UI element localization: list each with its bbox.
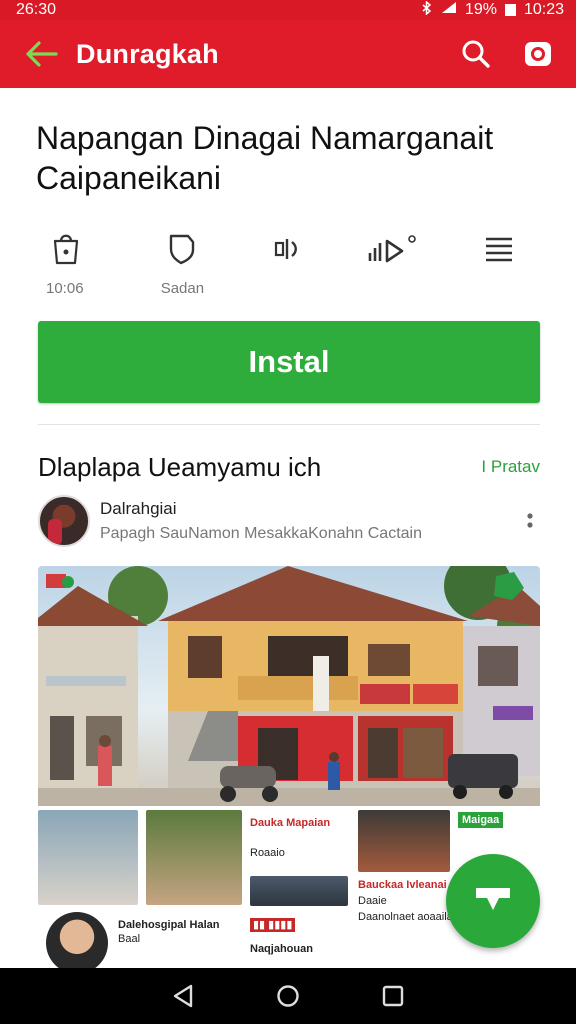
- stat-item: [341, 228, 447, 298]
- stat-item: [446, 228, 552, 298]
- signal-icon: [441, 1, 457, 19]
- recents-nav-icon[interactable]: [373, 976, 413, 1016]
- tile-image: [38, 810, 138, 905]
- status-icons: 19% 10:23: [421, 0, 564, 20]
- bag-icon: [52, 228, 80, 270]
- tile-title: Dalehosgipal Halan: [118, 919, 220, 931]
- volume-icon: [273, 228, 303, 270]
- tile-image: [146, 810, 242, 905]
- author-meta: Dalrahgiai Papagh SauNamon MesakkaKonahn…: [100, 499, 520, 543]
- tile-title: Naqjahouan: [250, 943, 313, 955]
- system-nav-bar: [0, 968, 576, 1024]
- author-subtitle: Papagh SauNamon MesakkaKonahn Cactain: [100, 525, 422, 542]
- app-title: Napangan Dinagai Namarganait Caipaneikan…: [36, 120, 494, 196]
- message-icon: [473, 884, 513, 919]
- stat-item: 10:06: [24, 228, 130, 298]
- author-name: Dalrahgiai: [100, 499, 177, 518]
- tile-subtitle: Roaaio: [250, 847, 285, 859]
- stat-item: Sadan: [130, 228, 236, 298]
- tile-image: [250, 876, 348, 906]
- battery-percent: 19%: [464, 1, 497, 18]
- tile-text: Dalehosgipal Halan Baal: [118, 918, 242, 946]
- arrow-left-icon[interactable]: [22, 35, 60, 73]
- tile-title: Dauka Mapaian: [250, 817, 331, 829]
- tile-text: Dauka Mapaian Roaaio: [250, 816, 370, 860]
- shield-icon: [168, 228, 196, 270]
- tile-subtitle: Baal: [118, 933, 141, 945]
- avatar: [46, 912, 108, 968]
- bluetooth-icon: [421, 0, 433, 20]
- avatar[interactable]: [38, 495, 90, 547]
- section-link[interactable]: I Pratav: [481, 457, 540, 477]
- stat-label: Sadan: [160, 280, 205, 297]
- tile-text: ▮▮ ▮▮▮▮ Naqjahouan: [250, 918, 360, 956]
- more-vert-icon[interactable]: [520, 506, 540, 536]
- install-button[interactable]: Instal: [38, 321, 540, 403]
- stat-label: 10:06: [46, 280, 84, 297]
- battery-icon: [504, 4, 516, 16]
- feedback-fab-button[interactable]: [446, 854, 540, 948]
- author-row: Dalrahgiai Papagh SauNamon MesakkaKonahn…: [38, 494, 540, 548]
- status-bar: 26:30 19% 10:23: [0, 0, 576, 20]
- camera-icon[interactable]: [518, 34, 558, 74]
- hero-image: [38, 566, 540, 806]
- status-clock: 10:23: [523, 1, 564, 18]
- home-nav-icon[interactable]: [268, 976, 308, 1016]
- signal-play-icon: [366, 228, 422, 270]
- section-header: Dlaplapa Ueamyamu ich I Pratav: [38, 450, 540, 484]
- stat-item: [235, 228, 341, 298]
- menu-icon: [484, 228, 514, 270]
- tile-image: [358, 810, 450, 872]
- tile-badge: Maigaa: [458, 812, 504, 828]
- app-bar: Dunragkah: [0, 20, 576, 88]
- back-nav-icon[interactable]: [163, 976, 203, 1016]
- tile-text: Maigaa: [458, 812, 538, 828]
- section-heading: Dlaplapa Ueamyamu ich: [38, 451, 322, 482]
- app-bar-title: Dunragkah: [76, 38, 219, 69]
- status-time: 26:30: [16, 1, 57, 18]
- divider: [38, 424, 540, 425]
- search-icon[interactable]: [456, 34, 496, 74]
- stats-row: 10:06 Sadan: [24, 228, 552, 298]
